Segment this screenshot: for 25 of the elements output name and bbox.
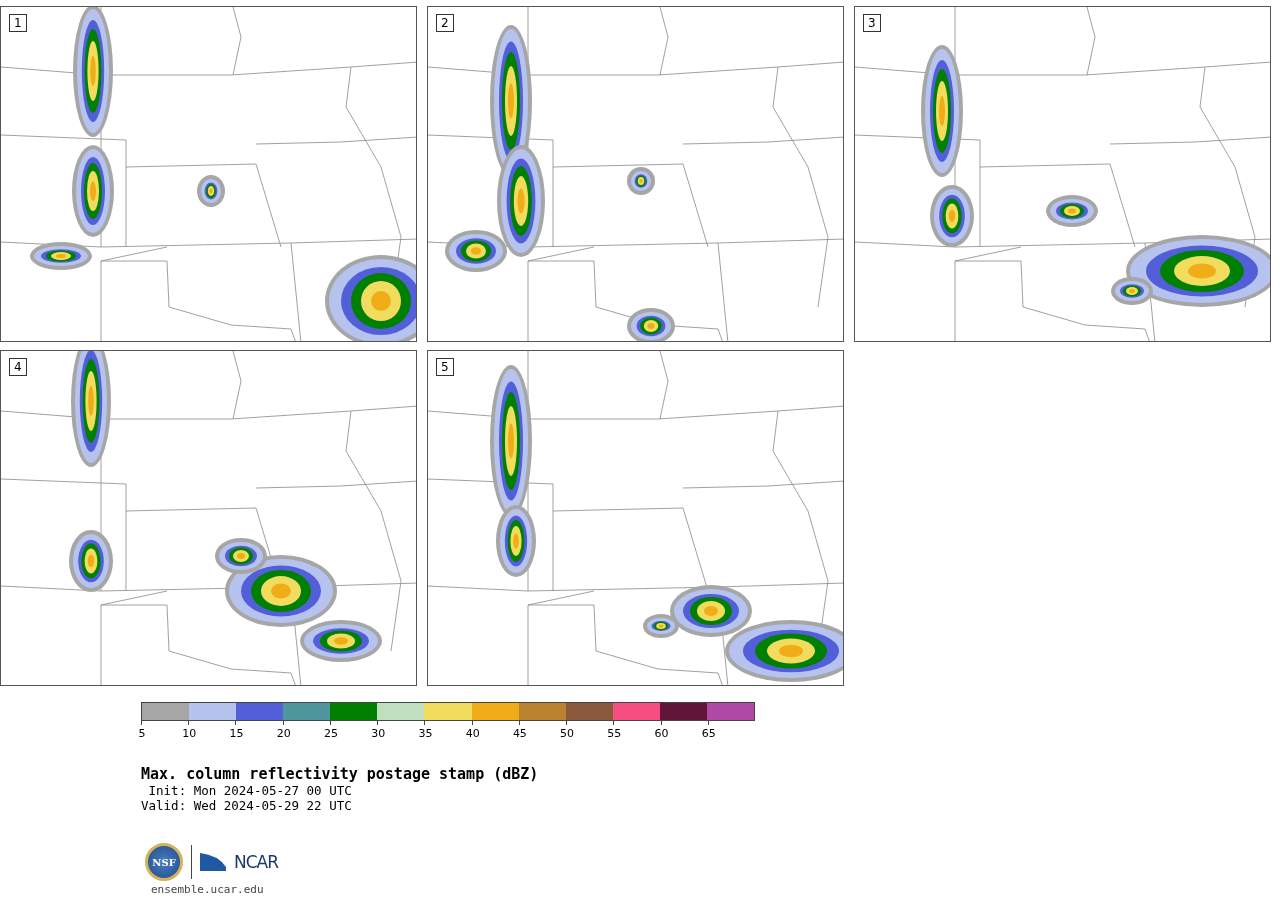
- scale-tick-label: 30: [371, 727, 386, 740]
- scale-tick-label: 35: [418, 727, 433, 740]
- scale-tick-label: 20: [276, 727, 291, 740]
- scale-tick-label: 60: [654, 727, 669, 740]
- panel-number: 2: [436, 14, 454, 32]
- scale-tick-label: 25: [323, 727, 338, 740]
- init-time: Init: Mon 2024-05-27 00 UTC: [147, 783, 353, 798]
- panel-number: 3: [863, 14, 881, 32]
- scale-tick-label: 65: [701, 727, 716, 740]
- website-url: ensemble.ucar.edu: [151, 883, 265, 896]
- scale-tick-label: 55: [607, 727, 622, 740]
- scale-tick-label: 40: [465, 727, 480, 740]
- scale-tick-label: 15: [229, 727, 244, 740]
- valid-time: Valid: Wed 2024-05-29 22 UTC: [141, 798, 353, 813]
- seal-logo: NSF: [145, 843, 183, 881]
- panel-number: 4: [9, 358, 27, 376]
- scale-tick-label: 45: [512, 727, 527, 740]
- panel-number: 5: [436, 358, 454, 376]
- scale-tick-label: 50: [560, 727, 575, 740]
- scale-tick-label: 10: [182, 727, 197, 740]
- scale-tick-label: 5: [138, 727, 146, 740]
- swoosh-icon: [200, 853, 226, 871]
- chart-title: Max. column reflectivity postage stamp (dBZ): [141, 765, 540, 783]
- panel-number: 1: [9, 14, 27, 32]
- logo-text: NCAR: [234, 852, 279, 872]
